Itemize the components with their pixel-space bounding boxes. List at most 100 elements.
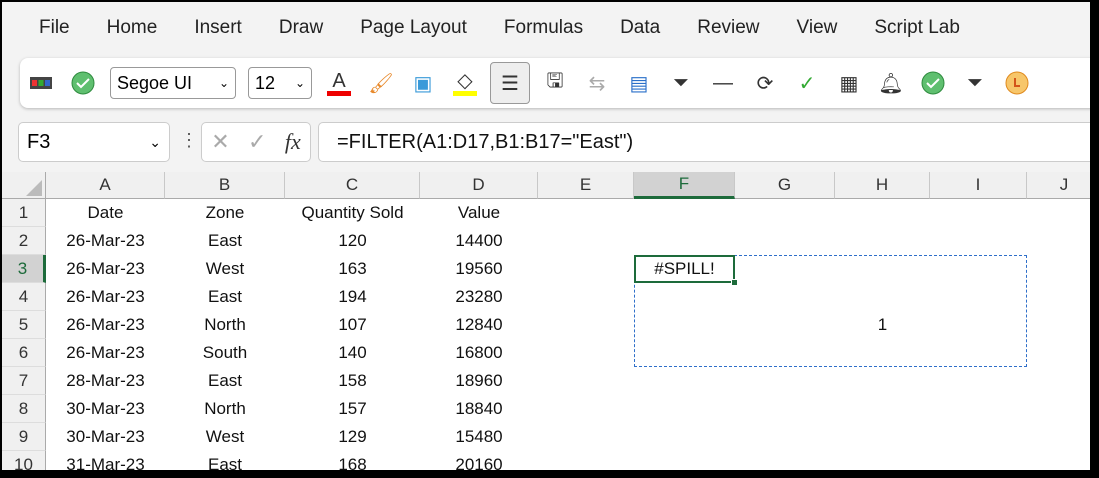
clear-column-icon[interactable]: ▤ bbox=[622, 66, 656, 100]
select-all-button[interactable] bbox=[2, 172, 46, 199]
row-header-3[interactable]: 3 bbox=[2, 255, 46, 283]
grid-icon[interactable]: ▦ bbox=[832, 66, 866, 100]
cell-B7[interactable]: East bbox=[165, 367, 285, 395]
cell-A2[interactable]: 26-Mar-23 bbox=[46, 227, 165, 255]
cell-C2[interactable]: 120 bbox=[285, 227, 420, 255]
spreadsheet-grid[interactable]: A B C D E F G H I J 1 Date Zone Quantity Sold Value 2 26… bbox=[2, 172, 1090, 470]
menu-draw[interactable]: Draw bbox=[279, 17, 323, 39]
cell-C7[interactable]: 158 bbox=[285, 367, 420, 395]
cell-C10[interactable]: 168 bbox=[285, 451, 420, 470]
cell-C5[interactable]: 107 bbox=[285, 311, 420, 339]
menu-review[interactable]: Review bbox=[697, 17, 759, 39]
menu-view[interactable]: View bbox=[797, 17, 838, 39]
menu-script-lab[interactable]: Script Lab bbox=[874, 17, 960, 39]
column-header-D[interactable]: D bbox=[420, 172, 538, 199]
column-header-I[interactable]: I bbox=[930, 172, 1027, 199]
column-header-H[interactable]: H bbox=[835, 172, 930, 199]
checkmark-icon[interactable]: ✓ bbox=[790, 66, 824, 100]
column-header-A[interactable]: A bbox=[46, 172, 165, 199]
cell-A9[interactable]: 30-Mar-23 bbox=[46, 423, 165, 451]
row-header-6[interactable]: 6 bbox=[2, 339, 46, 367]
cell-D5[interactable]: 12840 bbox=[420, 311, 538, 339]
menu-insert[interactable]: Insert bbox=[194, 17, 242, 39]
fill-handle[interactable] bbox=[731, 279, 738, 286]
cell-A3[interactable]: 26-Mar-23 bbox=[46, 255, 165, 283]
cell-D1[interactable]: Value bbox=[420, 199, 538, 227]
font-size-select[interactable]: 12 ⌄ bbox=[248, 67, 312, 99]
refresh-icon[interactable]: ⟳ bbox=[748, 66, 782, 100]
format-painter-icon[interactable]: 🖌 bbox=[364, 66, 398, 100]
row-header-1[interactable]: 1 bbox=[2, 199, 46, 227]
row-header-8[interactable]: 8 bbox=[2, 395, 46, 423]
formula-input[interactable]: =FILTER(A1:D17,B1:B17="East") bbox=[318, 122, 1090, 162]
row-header-10[interactable]: 10 bbox=[2, 451, 46, 470]
row-header-5[interactable]: 5 bbox=[2, 311, 46, 339]
cell-B5[interactable]: North bbox=[165, 311, 285, 339]
cell-B9[interactable]: West bbox=[165, 423, 285, 451]
fill-color-icon[interactable]: ◇ bbox=[448, 66, 482, 100]
cell-D2[interactable]: 14400 bbox=[420, 227, 538, 255]
align-center-icon[interactable]: ☰ bbox=[490, 62, 530, 104]
cell-A4[interactable]: 26-Mar-23 bbox=[46, 283, 165, 311]
font-color-icon[interactable]: A bbox=[322, 66, 356, 100]
row-header-9[interactable]: 9 bbox=[2, 423, 46, 451]
cells-icon[interactable] bbox=[24, 66, 58, 100]
cell-A5[interactable]: 26-Mar-23 bbox=[46, 311, 165, 339]
insert-function-icon[interactable]: fx bbox=[285, 129, 301, 155]
cell-D10[interactable]: 20160 bbox=[420, 451, 538, 470]
bell-icon[interactable]: 🔔︎ bbox=[874, 66, 908, 100]
active-cell-F3[interactable]: #SPILL! bbox=[634, 255, 735, 283]
save-edit-icon[interactable]: 🖫 bbox=[538, 66, 572, 100]
cell-A8[interactable]: 30-Mar-23 bbox=[46, 395, 165, 423]
filter-icon[interactable]: ⏷ bbox=[958, 66, 992, 100]
column-header-C[interactable]: C bbox=[285, 172, 420, 199]
row-header-7[interactable]: 7 bbox=[2, 367, 46, 395]
cell-A7[interactable]: 28-Mar-23 bbox=[46, 367, 165, 395]
clock-icon[interactable] bbox=[1000, 66, 1034, 100]
cell-B1[interactable]: Zone bbox=[165, 199, 285, 227]
menu-page-layout[interactable]: Page Layout bbox=[360, 17, 467, 39]
cell-B2[interactable]: East bbox=[165, 227, 285, 255]
more-options-icon[interactable]: ⋮ bbox=[180, 130, 198, 151]
cell-B8[interactable]: North bbox=[165, 395, 285, 423]
row-header-4[interactable]: 4 bbox=[2, 283, 46, 311]
menu-file[interactable]: File bbox=[39, 17, 70, 39]
enter-icon[interactable]: ✓ bbox=[248, 129, 266, 155]
check-circle-icon[interactable] bbox=[66, 66, 100, 100]
swap-icon[interactable]: ⇆ bbox=[580, 66, 614, 100]
column-header-F[interactable]: F bbox=[634, 172, 735, 199]
chevron-down-icon[interactable]: ⌄ bbox=[149, 134, 161, 151]
cell-H5[interactable]: 1 bbox=[835, 311, 930, 339]
cell-C4[interactable]: 194 bbox=[285, 283, 420, 311]
check-circle-icon[interactable] bbox=[916, 66, 950, 100]
cell-C1[interactable]: Quantity Sold bbox=[285, 199, 420, 227]
cancel-icon[interactable]: ✕ bbox=[211, 129, 229, 155]
cell-C9[interactable]: 129 bbox=[285, 423, 420, 451]
cell-A10[interactable]: 31-Mar-23 bbox=[46, 451, 165, 470]
cell-D4[interactable]: 23280 bbox=[420, 283, 538, 311]
cell-D3[interactable]: 19560 bbox=[420, 255, 538, 283]
3d-box-icon[interactable]: ▣ bbox=[406, 66, 440, 100]
menu-data[interactable]: Data bbox=[620, 17, 660, 39]
column-header-G[interactable]: G bbox=[735, 172, 835, 199]
cell-D6[interactable]: 16800 bbox=[420, 339, 538, 367]
cell-B6[interactable]: South bbox=[165, 339, 285, 367]
cell-D8[interactable]: 18840 bbox=[420, 395, 538, 423]
menu-home[interactable]: Home bbox=[107, 17, 158, 39]
cell-A6[interactable]: 26-Mar-23 bbox=[46, 339, 165, 367]
column-header-B[interactable]: B bbox=[165, 172, 285, 199]
column-header-J[interactable]: J bbox=[1027, 172, 1090, 199]
cell-C3[interactable]: 163 bbox=[285, 255, 420, 283]
cell-D9[interactable]: 15480 bbox=[420, 423, 538, 451]
cell-B4[interactable]: East bbox=[165, 283, 285, 311]
filter-icon[interactable]: ⏷ bbox=[664, 66, 698, 100]
cell-B3[interactable]: West bbox=[165, 255, 285, 283]
cell-B10[interactable]: East bbox=[165, 451, 285, 470]
menu-formulas[interactable]: Formulas bbox=[504, 17, 583, 39]
name-box[interactable]: F3 ⌄ bbox=[18, 122, 170, 162]
column-header-E[interactable]: E bbox=[538, 172, 634, 199]
line-icon[interactable]: — bbox=[706, 66, 740, 100]
row-header-2[interactable]: 2 bbox=[2, 227, 46, 255]
cell-D7[interactable]: 18960 bbox=[420, 367, 538, 395]
font-name-select[interactable]: Segoe UI ⌄ bbox=[110, 67, 236, 99]
